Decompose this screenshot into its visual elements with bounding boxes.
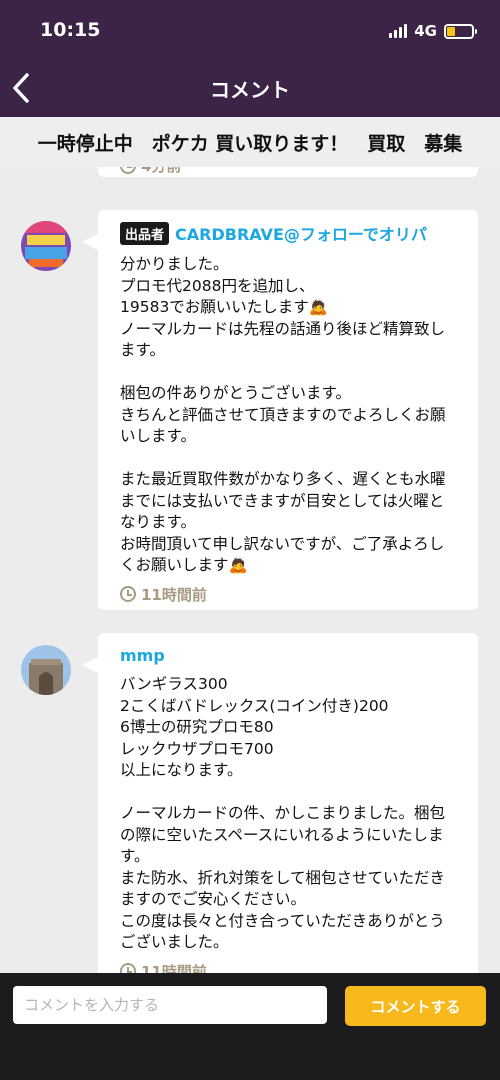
avatar[interactable] [21,221,71,271]
comment-input-bar: コメントする [0,973,500,1080]
avatar[interactable] [21,645,71,695]
signal-icon [389,24,408,38]
seller-badge: 出品者 [120,221,170,245]
page-title: コメント [210,78,290,102]
clock-icon [120,963,136,973]
battery-icon [444,23,477,39]
network-type: 4G [414,22,437,40]
comment-username[interactable]: CARDBRAVE@フォローでオリパ [175,221,427,245]
submit-comment-button[interactable]: コメントする [345,986,486,1026]
comment-timestamp: 11時間前 [120,584,456,605]
item-title-banner: 一時停止中 ポケカ 買い取ります！ 買取 募集 [0,117,500,167]
comment-list[interactable]: 4分前 出品者 CARDBRAVE@フォローでオリパ 分かりました。 プロモ代2… [0,117,500,973]
status-time: 10:15 [40,19,101,41]
comment-card: 出品者 CARDBRAVE@フォローでオリパ 分かりました。 プロモ代2088円… [82,210,478,610]
comment-body: 分かりました。 プロモ代2088円を追加し、 19583でお願いいたします🙇 ノ… [120,255,446,574]
comment-card: mmp バンギラス300 2こくばバドレックス(コイン付き)200 6博士の研究… [82,633,478,973]
comment-body: バンギラス300 2こくばバドレックス(コイン付き)200 6博士の研究プロモ8… [120,675,446,951]
comment-input[interactable] [13,986,327,1024]
comment-username[interactable]: mmp [120,646,390,665]
clock-icon [120,586,136,602]
comment-timestamp: 11時間前 [120,961,456,973]
comment-header: 出品者 CARDBRAVE@フォローでオリパ [120,221,456,245]
status-indicators: 4G [389,22,477,40]
top-bar: 10:15 4G コメント [0,0,500,117]
